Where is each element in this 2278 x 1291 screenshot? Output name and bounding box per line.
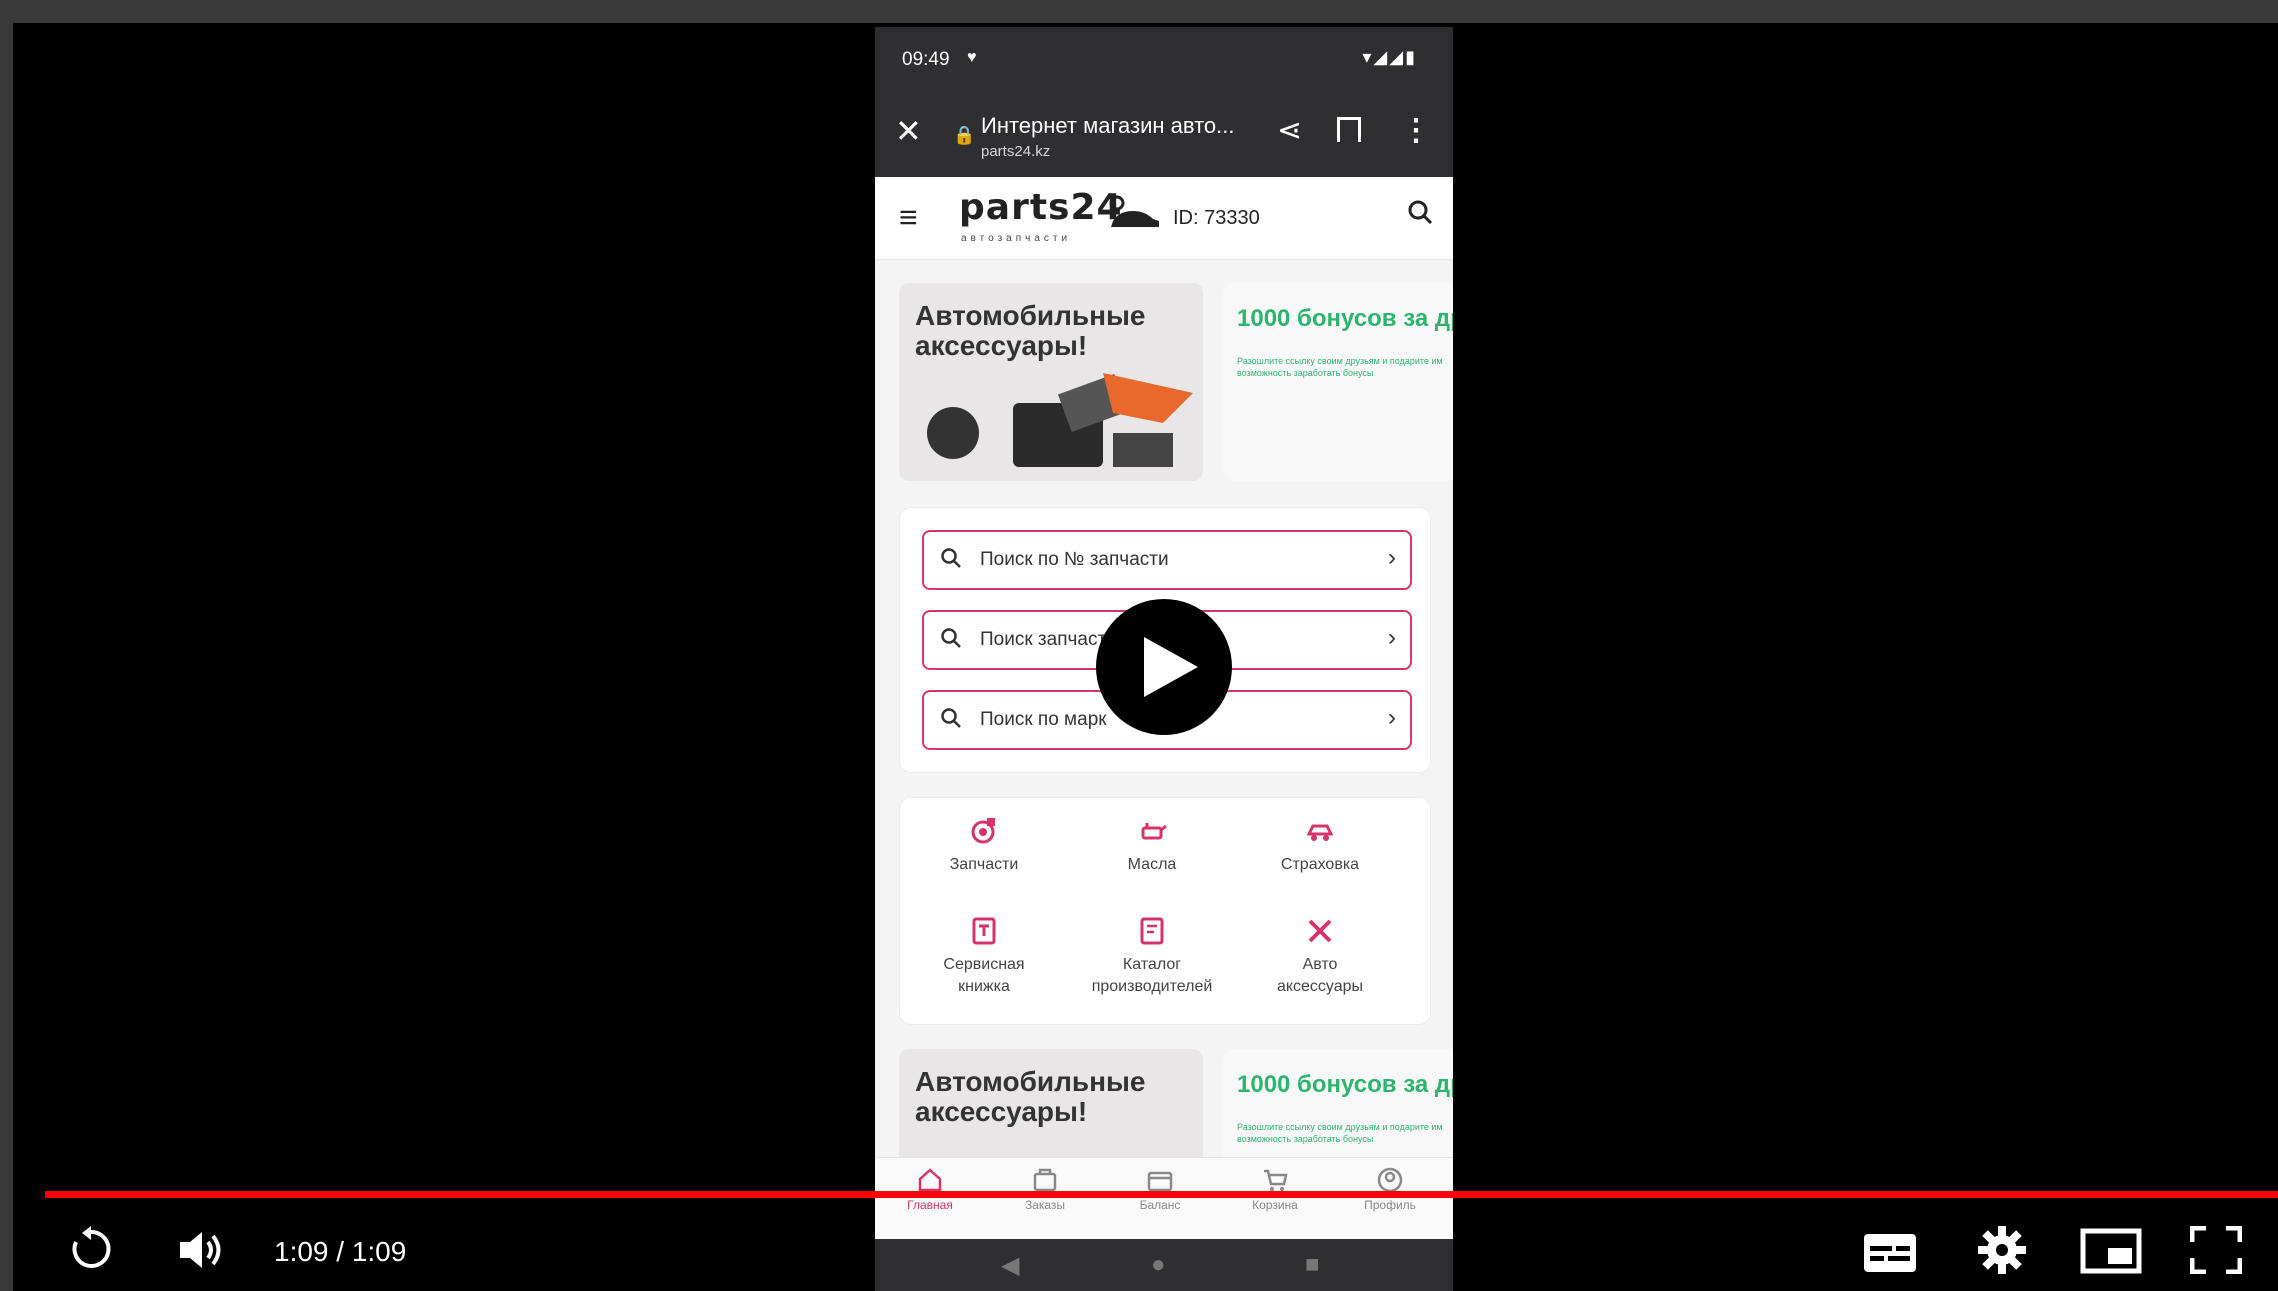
- category-label: Масла: [1127, 856, 1177, 873]
- tab-orders[interactable]: Заказы: [990, 1166, 1100, 1212]
- user-id: ID: 73330: [1173, 207, 1260, 229]
- tab-cart[interactable]: Корзина: [1220, 1166, 1330, 1212]
- bottom-tab-bar: Главная Заказы Баланс Корзина Профиль: [875, 1157, 1453, 1240]
- tab-balance[interactable]: Баланс: [1105, 1166, 1215, 1212]
- page-url: parts24.kz: [981, 143, 1051, 160]
- category-label: Каталог производителей: [1091, 956, 1213, 995]
- turbo-icon: [971, 818, 995, 844]
- tab-label: Баланс: [1139, 1198, 1181, 1212]
- category-catalog[interactable]: Каталог производителей: [1068, 916, 1236, 998]
- site-header: ≡ parts24 автозапчасти ID: 73330: [875, 177, 1453, 260]
- tab-label: Заказы: [1024, 1198, 1066, 1212]
- search-by-number[interactable]: Поиск по № запчасти ›: [922, 530, 1412, 590]
- signal-battery-icon: ▾◢◢▮: [1362, 47, 1417, 67]
- back-icon[interactable]: ◀: [1001, 1251, 1019, 1280]
- categories-card: Запчасти Масла Страховка Сервисная книжк…: [899, 797, 1431, 1025]
- video-player[interactable]: 09:49 ♥ ▾◢◢▮ ✕ 🔒 Интернет магазин авто..…: [13, 23, 2278, 1291]
- tab-label: Профиль: [1364, 1198, 1416, 1212]
- bookmark-icon[interactable]: [1337, 117, 1361, 142]
- car-insurance-icon: [1306, 824, 1334, 841]
- replay-icon[interactable]: [68, 1226, 114, 1272]
- search-icon: [941, 548, 961, 568]
- miniplayer-icon[interactable]: [2080, 1228, 2142, 1274]
- site-logo[interactable]: parts24: [959, 187, 1123, 228]
- service-book-icon: [972, 917, 996, 945]
- chevron-right-icon: ›: [1388, 624, 1396, 651]
- banner-bonus-title: 1000 бонусов за дру: [1237, 1071, 1453, 1098]
- fullscreen-icon[interactable]: [2190, 1226, 2242, 1274]
- banner-accessories-title: Автомобильные аксессуары!: [915, 1066, 1146, 1127]
- banner-bonus-title: 1000 бонусов за дру: [1237, 305, 1453, 332]
- home-icon: [918, 1168, 942, 1192]
- status-time: 09:49: [902, 49, 950, 70]
- play-icon: [1144, 637, 1198, 697]
- tools-icon: [1308, 919, 1332, 943]
- lock-icon: 🔒: [953, 125, 976, 145]
- chevron-right-icon: ›: [1388, 704, 1396, 731]
- category-service-book[interactable]: Сервисная книжка: [900, 916, 1068, 998]
- home-circle-icon[interactable]: ●: [1151, 1251, 1166, 1279]
- status-bar: 09:49 ♥ ▾◢◢▮: [875, 27, 1453, 95]
- category-insurance[interactable]: Страховка: [1236, 816, 1404, 876]
- banner-bonus-subtitle: Разошлите ссылку своим друзьям и подарит…: [1237, 356, 1443, 378]
- recents-icon[interactable]: ■: [1305, 1251, 1320, 1279]
- search-by-number-label: Поиск по № запчасти: [980, 549, 1169, 570]
- category-label: Авто аксессуары: [1276, 956, 1364, 995]
- category-accessories[interactable]: Авто аксессуары: [1236, 916, 1404, 998]
- banner-accessories[interactable]: Автомобильные аксессуары!: [899, 283, 1203, 481]
- gear-icon[interactable]: [1976, 1224, 2028, 1276]
- android-nav-bar: ◀ ● ■: [875, 1239, 1453, 1291]
- share-icon[interactable]: ⋖: [1277, 113, 1302, 148]
- banner-accessories-title: Автомобильные аксессуары!: [915, 300, 1146, 361]
- page-title: Интернет магазин авто...: [981, 113, 1235, 138]
- search-by-brand-label: Поиск по марк: [980, 709, 1107, 730]
- tab-profile[interactable]: Профиль: [1335, 1166, 1445, 1212]
- progress-bar[interactable]: [45, 1191, 2278, 1198]
- orders-icon: [1033, 1168, 1057, 1192]
- wallet-icon: [1147, 1171, 1173, 1192]
- tab-label: Главная: [907, 1198, 953, 1212]
- subtitles-icon[interactable]: [1862, 1232, 1918, 1274]
- play-button[interactable]: [1096, 599, 1232, 735]
- close-icon[interactable]: ✕: [895, 115, 922, 147]
- search-icon[interactable]: [1407, 199, 1433, 225]
- oil-can-icon: [1141, 823, 1167, 840]
- cart-icon: [1264, 1169, 1288, 1191]
- menu-icon[interactable]: ≡: [899, 199, 918, 236]
- browser-toolbar: ✕ 🔒 Интернет магазин авто... parts24.kz …: [875, 95, 1453, 177]
- heart-icon: ♥: [967, 49, 977, 66]
- category-label: Страховка: [1280, 856, 1360, 873]
- site-logo-subtitle: автозапчасти: [961, 233, 1072, 244]
- more-icon[interactable]: ⋮: [1401, 113, 1431, 148]
- search-icon: [941, 628, 961, 648]
- catalog-icon: [1140, 917, 1164, 945]
- banner-bonus-subtitle: Разошлите ссылку своим друзьям и подарит…: [1237, 1122, 1443, 1144]
- category-label: Сервисная книжка: [943, 956, 1025, 995]
- banner-bonus[interactable]: 1000 бонусов за дру Разошлите ссылку сво…: [1223, 283, 1453, 481]
- profile-icon: [1377, 1167, 1403, 1193]
- category-parts[interactable]: Запчасти: [900, 816, 1068, 876]
- category-oils[interactable]: Масла: [1068, 816, 1236, 876]
- car-logo-icon: [1109, 195, 1159, 227]
- search-icon: [941, 708, 961, 728]
- tab-label: Корзина: [1252, 1198, 1298, 1212]
- volume-icon[interactable]: [176, 1228, 226, 1272]
- time-display: 1:09 / 1:09: [274, 1236, 407, 1267]
- chevron-right-icon: ›: [1388, 544, 1396, 571]
- category-label: Запчасти: [949, 856, 1019, 873]
- tab-home[interactable]: Главная: [875, 1166, 985, 1212]
- tools-image: [927, 373, 1193, 467]
